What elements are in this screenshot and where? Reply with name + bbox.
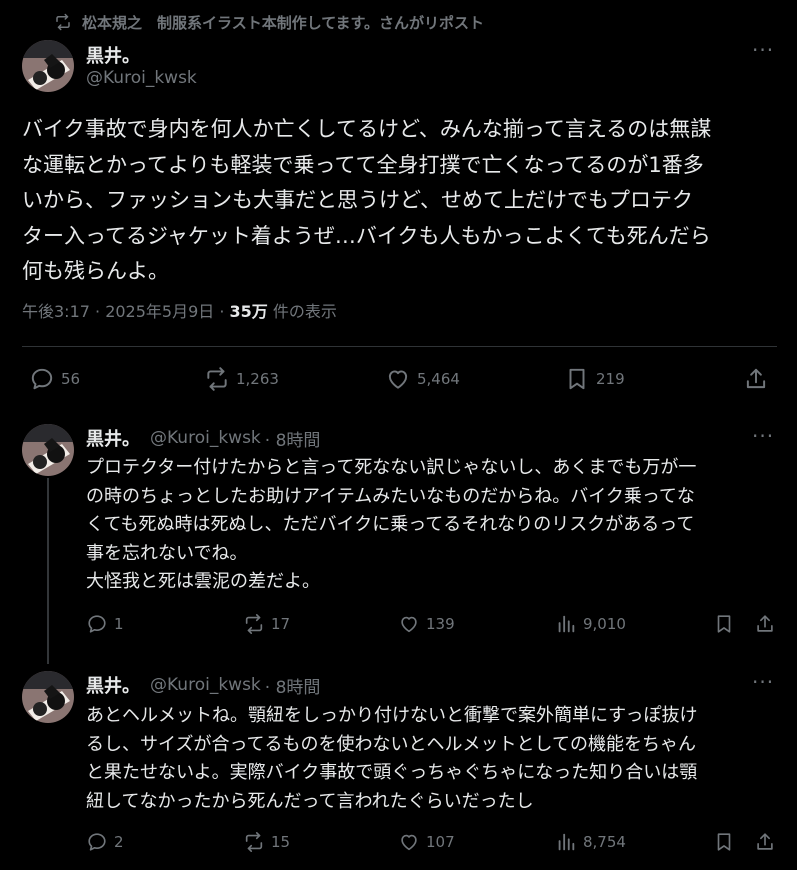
reply-text: プロテクター付けたからと言って死なない訳じゃないし、あくまでも万が一 の時のちょ… (86, 454, 776, 597)
share-button[interactable] (754, 831, 776, 853)
repost-button[interactable]: 15 (243, 831, 290, 853)
reply-text-line: あとヘルメットね。顎紐をしっかり付けないと衝撃で案外簡単にすっぽ抜け (86, 705, 698, 726)
tweet-text-line: な運転とかってよりも軽装で乗ってて全身打撲で亡くなってるのが1番多 (22, 152, 704, 177)
repost-icon (204, 366, 230, 392)
repost-indicator[interactable]: 松本規之 制服系イラスト本制作してます。さんがリポスト (54, 8, 484, 36)
thread-line (47, 478, 49, 664)
views-count: 35万 (229, 302, 268, 321)
display-name[interactable]: 黒井。 (86, 672, 140, 698)
reply-time[interactable]: · 8時間 (265, 673, 321, 698)
reply-count: 1 (114, 615, 124, 633)
reply-button[interactable]: 56 (29, 366, 80, 392)
bookmark-button[interactable] (713, 831, 735, 853)
reply-text-line: と果たせないよ。実際バイク事故で頭ぐっちゃぐちゃになった知り合いは顎 (86, 762, 698, 783)
reply-text: あとヘルメットね。顎紐をしっかり付けないと衝撃で案外簡単にすっぽ抜け るし、サイ… (86, 702, 776, 816)
heart-icon (398, 613, 420, 635)
reply-text-line: の時のちょっとしたお助けアイテムみたいなものだからね。バイク乗ってな (86, 485, 695, 507)
tweet-text: バイク事故で身内を何人か亡くしてるけど、みんな揃って言えるのは無謀 な運転とかっ… (22, 112, 782, 290)
more-options-icon[interactable]: ··· (752, 424, 774, 448)
bookmark-icon (713, 831, 735, 853)
reply-text-line: くても死ぬ時は死ぬし、ただバイクに乗ってるそれなりのリスクがあるって (86, 514, 695, 535)
tweet-text-line: いから、ファッションも大事だと思うけど、せめて上だけでもプロテク (22, 188, 693, 212)
reply-icon (86, 613, 108, 635)
repost-text: 松本規之 制服系イラスト本制作してます。さんがリポスト (82, 13, 485, 32)
reply-button[interactable]: 2 (86, 831, 124, 853)
handle[interactable]: @Kuroi_kwsk (150, 675, 261, 695)
repost-count: 1,263 (236, 370, 279, 388)
handle[interactable]: @Kuroi_kwsk (150, 428, 261, 448)
views-label: 件の表示 (267, 302, 337, 321)
views-button[interactable]: 9,010 (555, 613, 626, 635)
heart-icon (385, 366, 411, 392)
avatar-image (22, 424, 74, 476)
heart-icon (398, 831, 420, 853)
avatar[interactable] (22, 424, 74, 476)
reply-text-line: るし、サイズが合ってるものを使わないとヘルメットとしての機能をちゃん (86, 733, 697, 755)
repost-button[interactable]: 17 (243, 613, 290, 635)
reply-text-line: 事を忘れないでね。 (86, 542, 248, 564)
share-button[interactable] (754, 613, 776, 635)
reply-icon (86, 831, 108, 853)
reply-count: 2 (114, 833, 124, 851)
repost-count: 17 (271, 615, 291, 633)
tweet-text-line: ター入ってるジャケット着ようぜ…バイクも人もかっこよくても死んだら (22, 223, 711, 248)
reply-count: 56 (61, 370, 81, 388)
reply-text-line: 大怪我と死は雲泥の差だよ。 (86, 571, 320, 592)
bookmark-button[interactable] (713, 613, 735, 635)
share-icon (754, 613, 776, 635)
share-icon (743, 366, 769, 392)
more-options-icon[interactable]: ··· (752, 38, 774, 62)
bookmark-button[interactable]: 219 (564, 366, 625, 392)
timestamp[interactable]: 午後3:17 · 2025年5月9日 · (22, 302, 230, 321)
more-options-icon[interactable]: ··· (752, 670, 774, 694)
display-name[interactable]: 黒井。 (86, 42, 140, 68)
bookmark-count: 219 (596, 370, 625, 388)
bookmark-icon (564, 366, 590, 392)
repost-icon (243, 613, 265, 635)
avatar-image (22, 671, 74, 723)
like-button[interactable]: 5,464 (385, 366, 460, 392)
like-count: 5,464 (417, 370, 460, 388)
reply-header: 黒井。 @Kuroi_kwsk · 8時間 (86, 672, 320, 698)
avatar[interactable] (22, 671, 74, 723)
like-count: 107 (426, 833, 455, 851)
views-button[interactable]: 8,754 (555, 831, 626, 853)
reply-header: 黒井。 @Kuroi_kwsk · 8時間 (86, 425, 320, 451)
like-count: 139 (426, 615, 455, 633)
tweet-meta: 午後3:17 · 2025年5月9日 · 35万 件の表示 (22, 298, 337, 322)
repost-count: 15 (271, 833, 291, 851)
analytics-icon (555, 831, 577, 853)
reply-text-line: 紐してなかったから死んだって言われたぐらいだったし (86, 790, 534, 812)
reply-text-line: プロテクター付けたからと言って死なない訳じゃないし、あくまでも万が一 (86, 457, 697, 478)
avatar[interactable] (22, 40, 74, 92)
share-button[interactable] (743, 366, 769, 392)
handle[interactable]: @Kuroi_kwsk (86, 68, 197, 88)
reply-time[interactable]: · 8時間 (265, 426, 321, 451)
bookmark-icon (713, 613, 735, 635)
like-button[interactable]: 107 (398, 831, 455, 853)
reply-icon (29, 366, 55, 392)
like-button[interactable]: 139 (398, 613, 455, 635)
tweet-text-line: 何も残らんよ。 (22, 259, 169, 283)
divider (22, 346, 777, 347)
analytics-icon (555, 613, 577, 635)
reply-button[interactable]: 1 (86, 613, 124, 635)
display-name[interactable]: 黒井。 (86, 425, 140, 451)
avatar-image (22, 40, 74, 92)
views-count: 8,754 (583, 833, 626, 851)
share-icon (754, 831, 776, 853)
tweet-text-line: バイク事故で身内を何人か亡くしてるけど、みんな揃って言えるのは無謀 (22, 117, 712, 141)
views-count: 9,010 (583, 615, 626, 633)
repost-icon (243, 831, 265, 853)
repost-icon (54, 13, 72, 31)
repost-button[interactable]: 1,263 (204, 366, 279, 392)
